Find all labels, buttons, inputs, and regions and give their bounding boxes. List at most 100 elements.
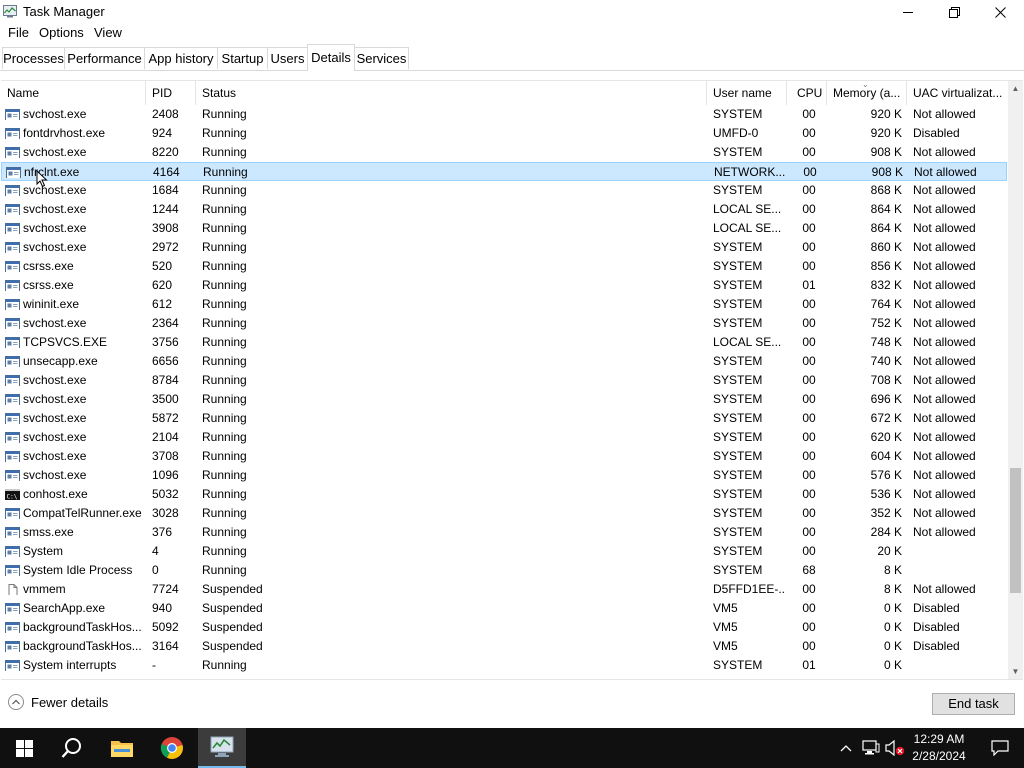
process-uac-virtualization: Not allowed — [913, 297, 976, 311]
table-row[interactable]: TCPSVCS.EXE 3756 Running LOCAL SE... 00 748 K… — [1, 333, 1007, 352]
file-explorer-taskbar-button[interactable] — [98, 728, 146, 768]
vertical-scrollbar[interactable]: ▲ ▼ — [1008, 81, 1023, 679]
menu-options[interactable]: Options — [37, 25, 86, 40]
service-icon — [5, 241, 20, 253]
process-user-name: SYSTEM — [713, 468, 763, 482]
process-memory: 920 K — [870, 126, 902, 140]
table-row[interactable]: svchost.exe 3500 Running SYSTEM 00 696 K Not a… — [1, 390, 1007, 409]
process-cpu: 00 — [802, 430, 816, 444]
table-row[interactable]: csrss.exe 520 Running SYSTEM 00 856 K Not allo… — [1, 257, 1007, 276]
tab-app-history[interactable]: App history — [144, 47, 218, 69]
process-uac-virtualization: Not allowed — [914, 165, 977, 179]
column-header-user-name[interactable]: User name — [707, 81, 787, 105]
process-status: Running — [202, 487, 247, 501]
service-icon — [5, 374, 20, 386]
show-hidden-icons-button[interactable] — [836, 728, 856, 768]
table-row[interactable]: backgroundTaskHos... 5092 Suspended VM5 00 0 … — [1, 618, 1007, 637]
tab-performance[interactable]: Performance — [64, 47, 145, 69]
column-header-name[interactable]: Name — [1, 81, 146, 105]
restore-icon — [948, 6, 960, 18]
process-uac-virtualization: Not allowed — [913, 392, 976, 406]
process-name: svchost.exe — [23, 449, 87, 463]
process-uac-virtualization: Not allowed — [913, 525, 976, 539]
scrollbar-thumb[interactable] — [1010, 468, 1021, 593]
table-row[interactable]: SearchApp.exe 940 Suspended VM5 00 0 K Disable… — [1, 599, 1007, 618]
table-row[interactable]: svchost.exe 8220 Running SYSTEM 00 908 K Not a… — [1, 143, 1007, 162]
process-uac-virtualization: Not allowed — [913, 316, 976, 330]
table-row[interactable]: unsecapp.exe 6656 Running SYSTEM 00 740 K Not … — [1, 352, 1007, 371]
table-row[interactable]: smss.exe 376 Running SYSTEM 00 284 K Not allow… — [1, 523, 1007, 542]
table-row[interactable]: svchost.exe 1684 Running SYSTEM 00 868 K Not a… — [1, 181, 1007, 200]
table-row[interactable]: svchost.exe 2972 Running SYSTEM 00 860 K Not a… — [1, 238, 1007, 257]
table-row[interactable]: svchost.exe 5872 Running SYSTEM 00 672 K Not a… — [1, 409, 1007, 428]
table-row[interactable]: fontdrvhost.exe 924 Running UMFD-0 00 920 K Di… — [1, 124, 1007, 143]
table-row[interactable]: svchost.exe 3708 Running SYSTEM 00 604 K Not a… — [1, 447, 1007, 466]
tab-processes[interactable]: Processes — [2, 47, 65, 69]
menu-view[interactable]: View — [92, 25, 124, 40]
table-row[interactable]: svchost.exe 2104 Running SYSTEM 00 620 K Not a… — [1, 428, 1007, 447]
column-header-cpu[interactable]: CPU — [787, 81, 827, 105]
process-memory: 920 K — [870, 107, 902, 121]
process-uac-virtualization: Not allowed — [913, 487, 976, 501]
table-row[interactable]: svchost.exe 8784 Running SYSTEM 00 708 K Not a… — [1, 371, 1007, 390]
end-task-button[interactable]: End task — [932, 693, 1015, 715]
process-pid: 940 — [152, 601, 173, 615]
search-button[interactable] — [48, 728, 96, 768]
table-row[interactable]: System 4 Running SYSTEM 00 20 K — [1, 542, 1007, 561]
table-row[interactable]: CompatTelRunner.exe 3028 Running SYSTEM 00 35… — [1, 504, 1007, 523]
fewer-details-button[interactable]: Fewer details — [8, 694, 108, 710]
chrome-taskbar-button[interactable] — [148, 728, 196, 768]
tab-services[interactable]: Services — [354, 47, 409, 69]
restore-button[interactable] — [931, 0, 977, 24]
table-row[interactable]: svchost.exe 2408 Running SYSTEM 00 920 K Not a… — [1, 105, 1007, 124]
volume-tray-button[interactable] — [884, 728, 906, 768]
process-name: svchost.exe — [23, 392, 87, 406]
process-name: System Idle Process — [23, 563, 133, 577]
start-button[interactable] — [0, 728, 48, 768]
tab-users[interactable]: Users — [267, 47, 308, 69]
process-memory: 620 K — [870, 430, 902, 444]
column-header-pid[interactable]: PID — [146, 81, 196, 105]
task-manager-taskbar-button[interactable] — [198, 728, 246, 768]
table-row[interactable]: svchost.exe 1244 Running LOCAL SE... 00 864 K… — [1, 200, 1007, 219]
process-pid: 3500 — [152, 392, 179, 406]
process-name: csrss.exe — [23, 278, 74, 292]
process-user-name: SYSTEM — [713, 544, 763, 558]
process-pid: 5872 — [152, 411, 179, 425]
table-row[interactable]: vmmem 7724 Suspended D5FFD1EE-... 00 8 K Not a… — [1, 580, 1007, 599]
scroll-down-arrow-icon[interactable]: ▼ — [1008, 664, 1023, 679]
tab-details[interactable]: Details — [307, 44, 355, 71]
column-header-status[interactable]: Status — [196, 81, 707, 105]
action-center-button[interactable] — [976, 728, 1024, 768]
process-status: Running — [202, 373, 247, 387]
table-row[interactable]: svchost.exe 1096 Running SYSTEM 00 576 K Not a… — [1, 466, 1007, 485]
close-button[interactable] — [977, 0, 1023, 24]
process-status: Running — [202, 430, 247, 444]
table-row[interactable]: wininit.exe 612 Running SYSTEM 00 764 K Not al… — [1, 295, 1007, 314]
process-status: Running — [202, 563, 247, 577]
table-row[interactable]: System interrupts - Running SYSTEM 01 0 K — [1, 656, 1007, 675]
scroll-up-arrow-icon[interactable]: ▲ — [1008, 81, 1023, 96]
tab-startup[interactable]: Startup — [217, 47, 268, 69]
title-bar: Task Manager — [0, 0, 1024, 24]
table-row[interactable]: System Idle Process 0 Running SYSTEM 68 8 K — [1, 561, 1007, 580]
column-header-uac-virtualization[interactable]: UAC virtualizat... — [907, 81, 1007, 105]
table-row[interactable]: csrss.exe 620 Running SYSTEM 01 832 K Not allo… — [1, 276, 1007, 295]
table-row[interactable]: svchost.exe 3908 Running LOCAL SE... 00 864 K… — [1, 219, 1007, 238]
minimize-button[interactable] — [885, 0, 931, 24]
process-cpu: 00 — [802, 582, 816, 596]
network-tray-button[interactable] — [860, 728, 882, 768]
process-user-name: LOCAL SE... — [713, 202, 782, 216]
process-cpu: 00 — [802, 487, 816, 501]
menu-file[interactable]: File — [6, 25, 31, 40]
table-row[interactable]: backgroundTaskHos... 3164 Suspended VM5 00 0 … — [1, 637, 1007, 656]
process-status: Running — [202, 107, 247, 121]
process-status: Suspended — [202, 582, 263, 596]
process-status: Running — [202, 221, 247, 235]
process-uac-virtualization: Not allowed — [913, 278, 976, 292]
taskbar-clock[interactable]: 12:29 AM 2/28/2024 — [906, 731, 972, 765]
table-row[interactable]: nfrclnt.exe 4164 Running NETWORK... 00 908 KN… — [1, 162, 1007, 181]
table-row[interactable]: C:\ conhost.exe 5032 Running SYSTEM 00 536 K No… — [1, 485, 1007, 504]
table-row[interactable]: svchost.exe 2364 Running SYSTEM 00 752 K Not a… — [1, 314, 1007, 333]
console-icon: C:\ — [5, 488, 20, 500]
